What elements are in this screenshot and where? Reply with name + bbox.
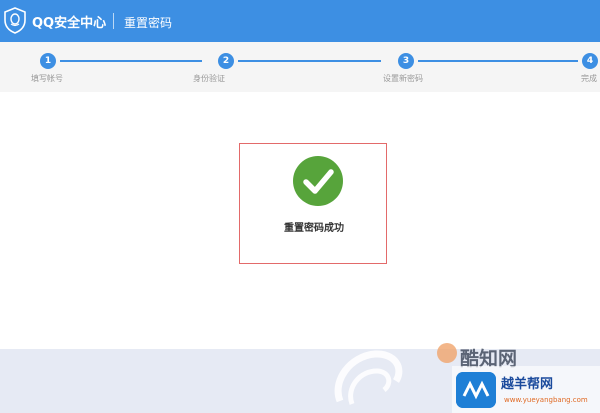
checkmark-icon (303, 169, 334, 194)
step-3-circle: 3 (398, 53, 414, 69)
success-panel: 重置密码成功 (239, 143, 387, 264)
page-title: 重置密码 (124, 16, 173, 30)
qq-shield-icon[interactable] (4, 7, 26, 34)
header-bar: QQ安全中心 重置密码 (0, 0, 600, 42)
step-3-label: 设置新密码 (383, 74, 423, 83)
success-check-icon (293, 156, 343, 206)
watermark-yueyangbang-url: www.yueyangbang.com (504, 396, 588, 404)
progress-steps: 1 填写帐号 2 身份验证 3 设置新密码 4 完成 (0, 42, 600, 92)
watermark-yueyangbang-text: 越羊帮网 (501, 377, 554, 392)
swirl-watermark-icon (334, 350, 403, 405)
step-connector-2 (238, 60, 381, 62)
step-2-circle: 2 (218, 53, 234, 69)
header-divider (113, 13, 114, 29)
app-name[interactable]: QQ安全中心 (32, 12, 106, 31)
watermark-yueyangbang: 越羊帮网 www.yueyangbang.com (452, 366, 600, 413)
watermark-yueyangbang-logo-icon (456, 372, 496, 408)
success-message: 重置密码成功 (284, 223, 344, 234)
step-2-label: 身份验证 (193, 74, 225, 83)
watermark-kuzhi-logo-icon (437, 343, 457, 363)
step-connector-3 (418, 60, 578, 62)
step-1-circle: 1 (40, 53, 56, 69)
step-connector-1 (60, 60, 202, 62)
step-4-label: 完成 (581, 74, 597, 83)
step-1-label: 填写帐号 (31, 74, 63, 83)
step-4-circle: 4 (582, 53, 598, 69)
